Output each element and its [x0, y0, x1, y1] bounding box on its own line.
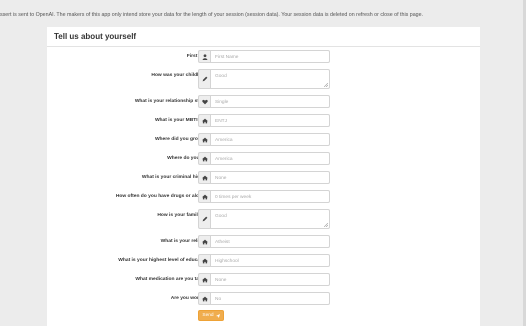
form-row-relationship: What is your relationship status? Single — [47, 95, 480, 108]
family-addon — [198, 209, 210, 229]
mbti-addon — [198, 114, 210, 127]
family-textarea[interactable]: Good — [210, 209, 330, 229]
childhood-addon — [198, 69, 210, 89]
panel-header: Tell us about yourself — [47, 27, 480, 47]
pencil-icon — [202, 76, 207, 82]
drugs-addon — [198, 190, 210, 203]
drugs-placeholder: 0 times per week — [215, 195, 252, 200]
form-row-grow-up: Where did you grow up? America — [47, 133, 480, 146]
home-icon — [201, 137, 208, 142]
live-input[interactable]: America — [210, 152, 330, 165]
form-row-childhood: How was your childhood? Good — [47, 69, 480, 89]
home-icon — [201, 296, 208, 301]
relationship-input[interactable]: Single — [210, 95, 330, 108]
working-input[interactable]: No — [210, 292, 330, 305]
home-icon — [201, 239, 208, 244]
live-addon — [198, 152, 210, 165]
first-name-placeholder: First Name — [215, 55, 239, 60]
privacy-notice: ssert is sent to OpenAI. The makers of t… — [0, 12, 424, 18]
first-name-addon — [198, 50, 210, 63]
education-input[interactable]: Highschool — [210, 254, 330, 267]
send-icon — [215, 313, 220, 318]
form-row-mbti: What is your MBTI type? ENTJ — [47, 114, 480, 127]
criminal-placeholder: None — [215, 176, 227, 181]
send-button-label: Send — [202, 313, 214, 318]
home-icon — [201, 175, 208, 180]
criminal-addon — [198, 171, 210, 184]
home-icon — [201, 194, 208, 199]
working-addon — [198, 292, 210, 305]
heart-icon — [201, 99, 208, 104]
live-placeholder: America — [215, 157, 233, 162]
medication-input[interactable]: None — [210, 273, 330, 286]
family-placeholder: Good — [215, 214, 227, 219]
form-row-religion: What is your religion? Atheist — [47, 235, 480, 248]
mbti-input[interactable]: ENTJ — [210, 114, 330, 127]
medication-placeholder: None — [215, 278, 227, 283]
form-row-medication: What medication are you taking? None — [47, 273, 480, 286]
form-row-criminal: What is your criminal history? None — [47, 171, 480, 184]
form-row-first-name: First NameFirst Name — [47, 50, 480, 63]
form-row-live: Where do you live? America — [47, 152, 480, 165]
home-icon — [201, 156, 208, 161]
religion-placeholder: Atheist — [215, 240, 230, 245]
relationship-placeholder: Single — [215, 100, 229, 105]
form-row-education: What is your highest level of education?… — [47, 254, 480, 267]
relationship-addon — [198, 95, 210, 108]
resize-grip-icon[interactable] — [324, 223, 328, 227]
grow-up-placeholder: America — [215, 138, 233, 143]
education-placeholder: Highschool — [215, 259, 239, 264]
childhood-textarea[interactable]: Good — [210, 69, 330, 89]
form-row-family: How is your family life? Good — [47, 209, 480, 229]
profile-form-panel: Tell us about yourself First NameFirst N… — [47, 27, 480, 326]
childhood-placeholder: Good — [215, 74, 227, 79]
panel-title: Tell us about yourself — [54, 32, 137, 41]
first-name-input[interactable]: First Name — [210, 50, 330, 63]
religion-input[interactable]: Atheist — [210, 235, 330, 248]
send-button[interactable]: Send — [198, 310, 224, 321]
medication-addon — [198, 273, 210, 286]
home-icon — [201, 258, 208, 263]
grow-up-addon — [198, 133, 210, 146]
home-icon — [201, 277, 208, 282]
home-icon — [201, 118, 208, 123]
form-row-working: Are you working? No — [47, 292, 480, 305]
working-placeholder: No — [215, 297, 222, 302]
mbti-placeholder: ENTJ — [215, 119, 227, 124]
drugs-input[interactable]: 0 times per week — [210, 190, 330, 203]
user-icon — [202, 53, 207, 60]
resize-grip-icon[interactable] — [324, 83, 328, 87]
education-addon — [198, 254, 210, 267]
pencil-icon — [202, 216, 207, 222]
religion-addon — [198, 235, 210, 248]
criminal-input[interactable]: None — [210, 171, 330, 184]
form-row-drugs: How often do you have drugs or alcohol? 0… — [47, 190, 480, 203]
grow-up-input[interactable]: America — [210, 133, 330, 146]
